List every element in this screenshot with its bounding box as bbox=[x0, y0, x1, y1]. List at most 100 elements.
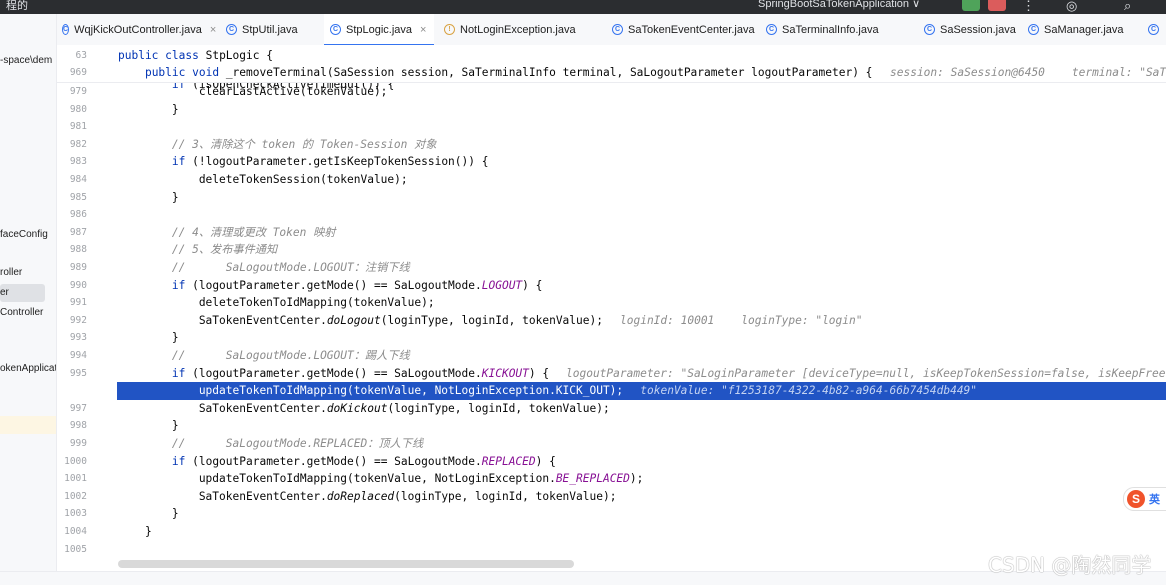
code-editor[interactable]: 63 public class StpLogic { 969 public void… bbox=[57, 45, 1166, 571]
tab-4[interactable]: C SaTokenEventCenter.java bbox=[606, 14, 756, 45]
line-number: 984 bbox=[69, 174, 87, 185]
code-line[interactable]: deleteTokenSession(tokenValue); bbox=[118, 171, 408, 189]
line-number: 983 bbox=[69, 156, 87, 168]
code-line[interactable]: SaTokenEventCenter.doReplaced(loginType,… bbox=[118, 488, 617, 506]
line-number: 993 bbox=[69, 332, 87, 344]
code-line[interactable]: if (logoutParameter.getMode() == SaLogou… bbox=[118, 277, 543, 295]
tab-6[interactable]: C SaSession.java bbox=[918, 14, 1018, 45]
sticky-lines: 63 public class StpLogic { 969 public void… bbox=[57, 45, 1166, 83]
class-icon: C bbox=[1028, 24, 1039, 35]
tab-0[interactable]: C WqjKickOutController.java × bbox=[56, 14, 216, 45]
line-number: 991 bbox=[69, 297, 87, 309]
close-icon[interactable]: × bbox=[420, 24, 426, 36]
code-line[interactable]: } bbox=[118, 523, 152, 541]
line-number: 986 bbox=[69, 209, 87, 221]
tab-1[interactable]: C StpUtil.java bbox=[220, 14, 320, 45]
search-icon[interactable]: ⌕ bbox=[1124, 0, 1131, 14]
class-icon: C bbox=[924, 24, 935, 35]
code-line[interactable]: // SaLogoutMode.REPLACED：顶人下线 bbox=[118, 435, 423, 453]
class-icon: C bbox=[62, 24, 70, 35]
line-number: 979 bbox=[69, 86, 87, 97]
line-number: 999 bbox=[69, 438, 87, 449]
project-panel: -space\dem faceConfig roller er Controller ok… bbox=[0, 14, 57, 584]
project-tree-item[interactable]: faceConfig bbox=[0, 226, 56, 244]
line-number: 969 bbox=[69, 67, 87, 78]
line-number: 1003 bbox=[64, 508, 87, 520]
class-icon: C bbox=[612, 24, 623, 35]
tab-label: WqjKickOutController.java bbox=[74, 23, 202, 36]
debugger-inline-value: session: SaSession@6450 terminal: "SaTer… bbox=[890, 66, 1166, 79]
line-number: 980 bbox=[69, 103, 87, 115]
window-title: 程的 bbox=[6, 0, 28, 12]
class-icon: C bbox=[1148, 24, 1159, 35]
tab-label: SaTerminalInfo.java bbox=[782, 23, 879, 36]
class-icon: C bbox=[226, 24, 237, 35]
code-line[interactable]: deleteTokenToIdMapping(tokenValue); bbox=[118, 294, 435, 312]
code-line[interactable]: public void _removeTerminal(SaSession se… bbox=[118, 64, 872, 82]
line-number: 989 bbox=[69, 262, 87, 273]
code-line[interactable]: if (logoutParameter.getMode() == SaLogou… bbox=[118, 365, 549, 383]
line-number: 990 bbox=[69, 279, 87, 291]
code-line[interactable]: updateTokenToIdMapping(tokenValue, NotLo… bbox=[118, 470, 644, 488]
tab-7[interactable]: C SaManager.java bbox=[1022, 14, 1138, 45]
line-number: 1002 bbox=[64, 490, 87, 502]
tab-2[interactable]: C StpLogic.java × bbox=[324, 14, 434, 46]
exception-icon: ! bbox=[444, 24, 455, 35]
debugger-inline-value: logoutParameter: "SaLoginParameter [devi… bbox=[566, 366, 1166, 380]
code-line[interactable]: SaTokenEventCenter.doLogout(loginType, l… bbox=[118, 312, 603, 330]
code-line[interactable]: SaTokenEventCenter.doKickout(loginType, … bbox=[118, 400, 610, 418]
debugger-inline-value: tokenValue: "f1253187-4322-4b82-a964-66b… bbox=[640, 384, 978, 398]
tab-label: StpUtil.java bbox=[242, 23, 298, 36]
tab-label: StpLogic.java bbox=[346, 23, 413, 36]
code-line[interactable]: clearLastActive(tokenValue); bbox=[118, 83, 388, 101]
line-number: 994 bbox=[69, 350, 87, 361]
project-tree-item[interactable]: Controller bbox=[0, 304, 56, 322]
code-line[interactable]: } bbox=[118, 505, 179, 523]
project-tree-item[interactable]: er bbox=[0, 284, 45, 302]
editor-tabs: C WqjKickOutController.java × C StpUtil.java… bbox=[56, 14, 1166, 46]
code-line[interactable]: } bbox=[118, 101, 179, 119]
code-line[interactable]: } bbox=[118, 417, 179, 435]
more-icon[interactable]: ⋮ bbox=[1022, 0, 1035, 14]
line-number: 997 bbox=[69, 402, 87, 414]
code-line[interactable]: // SaLogoutMode.LOGOUT：注销下线 bbox=[118, 259, 410, 277]
project-selection-row bbox=[0, 416, 56, 434]
code-line[interactable]: // SaLogoutMode.LOGOUT：踢人下线 bbox=[118, 347, 410, 365]
account-icon[interactable]: ◎ bbox=[1066, 0, 1077, 14]
line-number: 988 bbox=[69, 244, 87, 256]
project-tree-item[interactable]: -space\dem bbox=[0, 52, 56, 70]
line-number: 1004 bbox=[64, 526, 87, 537]
stop-icon[interactable] bbox=[988, 0, 1006, 11]
horizontal-scrollbar[interactable] bbox=[118, 560, 574, 568]
code-line[interactable]: updateTokenToIdMapping(tokenValue, NotLo… bbox=[118, 382, 623, 400]
code-line[interactable]: // 4、清理或更改 Token 映射 bbox=[118, 224, 336, 242]
class-icon: C bbox=[330, 24, 341, 35]
line-number: 981 bbox=[69, 121, 87, 133]
code-line[interactable]: } bbox=[118, 329, 179, 347]
line-number: 996 bbox=[69, 385, 87, 397]
tab-label: NotLoginException.java bbox=[460, 23, 576, 36]
tab-3[interactable]: ! NotLoginException.java bbox=[438, 14, 602, 45]
line-number: 987 bbox=[69, 226, 87, 238]
run-icon[interactable] bbox=[962, 0, 980, 11]
code-line[interactable]: public class StpLogic { bbox=[118, 47, 273, 65]
code-line[interactable]: // 5、发布事件通知 bbox=[118, 241, 277, 259]
line-number: 998 bbox=[69, 420, 87, 432]
tab-5[interactable]: C SaTerminalInfo.java bbox=[760, 14, 914, 45]
tab-label: SaSession.java bbox=[940, 23, 1016, 36]
project-tree-item[interactable]: roller bbox=[0, 264, 56, 282]
class-icon: C bbox=[766, 24, 777, 35]
code-line[interactable]: if (!logoutParameter.getIsKeepTokenSessi… bbox=[118, 153, 489, 171]
code-line[interactable]: if (logoutParameter.getMode() == SaLogou… bbox=[118, 453, 556, 471]
watermark: CSDN @陶然同学 bbox=[988, 553, 1152, 577]
run-configuration-dropdown[interactable]: SpringBootSaTokenApplication ∨ bbox=[758, 0, 920, 10]
ime-indicator[interactable]: S 英 bbox=[1123, 487, 1166, 511]
project-tree-item[interactable]: okenApplicat bbox=[0, 360, 56, 378]
line-number: 63 bbox=[75, 50, 87, 61]
code-line[interactable]: } bbox=[118, 189, 179, 207]
tab-8[interactable]: C bbox=[1142, 14, 1166, 45]
line-number: 995 bbox=[69, 367, 87, 379]
close-icon[interactable]: × bbox=[210, 24, 216, 36]
line-number: 1001 bbox=[64, 473, 87, 485]
code-line[interactable]: // 3、清除这个 token 的 Token-Session 对象 bbox=[118, 136, 437, 154]
